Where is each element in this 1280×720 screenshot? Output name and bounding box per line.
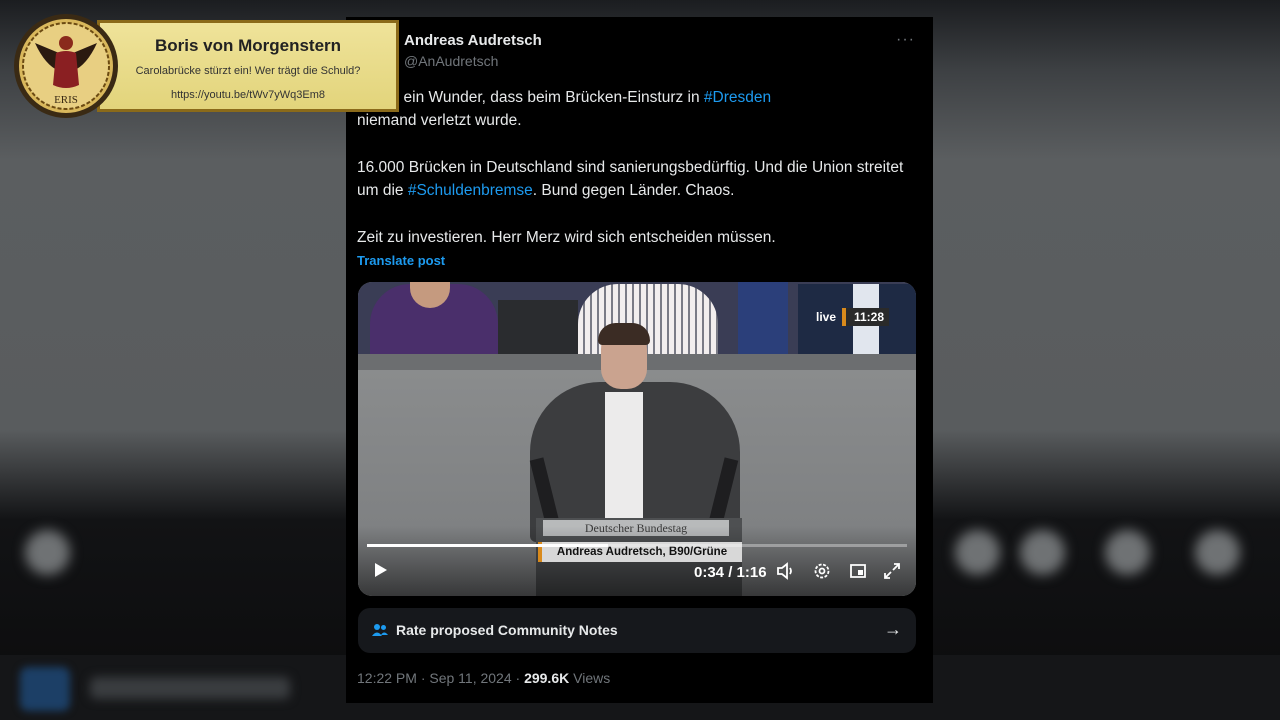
video-chair	[738, 282, 788, 354]
hashtag-schuldenbremse[interactable]: #Schuldenbremse	[408, 182, 533, 199]
views-count: 299.6K	[524, 670, 570, 686]
channel-subtitle: Carolabrücke stürzt ein! Wer trägt die S…	[135, 65, 361, 77]
eris-logo-icon: ERIS	[13, 13, 119, 119]
tweet-text: nzt an ein Wunder, dass beim Brücken-Ein…	[357, 86, 917, 273]
video-progress-bar[interactable]	[367, 544, 907, 547]
tweet-paragraph-3: Zeit zu investieren. Herr Merz wird sich…	[357, 229, 776, 246]
tweet-paragraph-2: 16.000 Brücken in Deutschland sind sanie…	[357, 156, 917, 202]
background-blob	[1105, 530, 1150, 575]
fullscreen-icon[interactable]	[882, 561, 902, 585]
broadcast-clock: 11:28	[842, 308, 890, 326]
settings-icon[interactable]	[812, 561, 832, 585]
tweet-timestamp[interactable]: 12:22 PM · Sep 11, 2024 ·	[357, 670, 524, 686]
video-player[interactable]: live 11:28 Deutscher Bundestag Andreas A…	[358, 282, 916, 596]
background-grey-tile	[90, 677, 290, 699]
tweet-paragraph-1: nzt an ein Wunder, dass beim Brücken-Ein…	[357, 86, 917, 132]
arrow-right-icon: →	[884, 619, 902, 639]
author-handle[interactable]: @AnAudretsch	[404, 53, 498, 69]
channel-banner: Boris von Morgenstern Carolabrücke stürz…	[97, 20, 399, 112]
community-notes-button[interactable]: Rate proposed Community Notes →	[358, 608, 916, 653]
hashtag-dresden[interactable]: #Dresden	[704, 89, 771, 106]
logo-text: ERIS	[54, 94, 78, 106]
views-label: Views	[573, 670, 611, 686]
background-blob	[1020, 530, 1065, 575]
translate-post-link[interactable]: Translate post	[357, 253, 445, 268]
channel-url[interactable]: https://youtu.be/tWv7yWq3Em8	[100, 89, 396, 101]
speaker-shirt	[605, 392, 643, 532]
pip-icon[interactable]	[848, 561, 868, 585]
more-options-icon[interactable]: ···	[896, 31, 915, 49]
background-blue-tile	[20, 667, 70, 711]
tweet-line-2: niemand verletzt wurde.	[357, 112, 522, 129]
tweet-line-1: nzt an ein Wunder, dass beim Brücken-Ein…	[357, 89, 704, 106]
time-display: 0:34 / 1:16	[694, 564, 767, 581]
live-label: live	[816, 310, 837, 324]
tweet-meta: 12:22 PM · Sep 11, 2024 · 299.6K Views	[357, 670, 610, 686]
background-blob	[1195, 530, 1240, 575]
community-notes-label: Rate proposed Community Notes	[396, 622, 618, 638]
background-blob	[955, 530, 1000, 575]
tweet-para2-end: . Bund gegen Länder. Chaos.	[532, 182, 735, 199]
people-icon	[371, 621, 389, 639]
author-name[interactable]: Andreas Audretsch	[404, 32, 542, 49]
speaker-hair	[598, 323, 650, 345]
video-progress-fill	[367, 544, 609, 547]
volume-icon[interactable]	[776, 561, 796, 585]
video-desk	[498, 300, 578, 354]
play-icon[interactable]	[371, 561, 389, 583]
channel-name: Boris von Morgenstern	[154, 36, 342, 55]
tweet-card: Andreas Audretsch @AnAudretsch ··· nzt a…	[346, 17, 933, 703]
background-blob	[25, 530, 70, 575]
